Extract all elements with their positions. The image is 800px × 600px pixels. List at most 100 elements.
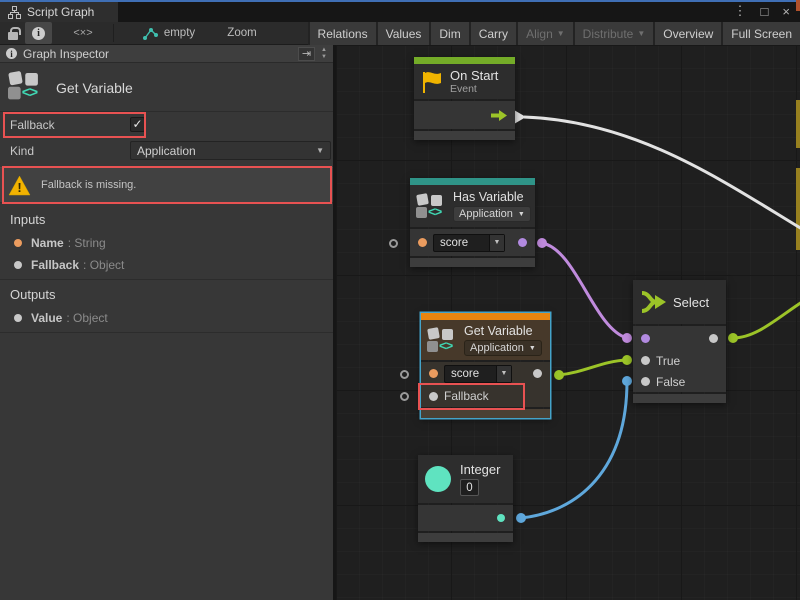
graph-breadcrumb[interactable]: empty xyxy=(124,22,214,44)
node-title: Integer xyxy=(460,462,500,477)
node-on-start[interactable]: On Start Event xyxy=(414,57,515,140)
name-input-port[interactable] xyxy=(429,369,438,378)
unit-title: Get Variable xyxy=(56,80,133,96)
scroll-up-icon[interactable]: ▲ xyxy=(321,47,327,53)
variables-icon: <> xyxy=(8,70,49,106)
input-row-name: Name : String xyxy=(0,233,333,253)
info-icon: i xyxy=(6,48,17,59)
hollow-port-indicator[interactable] xyxy=(400,392,409,401)
name-input-port[interactable] xyxy=(418,238,427,247)
fallback-port-label: Fallback xyxy=(444,389,489,403)
output-row-value: Value : Object xyxy=(0,308,333,328)
fallback-option-row: Fallback xyxy=(0,113,333,137)
relations-button[interactable]: Relations xyxy=(310,22,376,45)
get-variable-color-bar xyxy=(421,313,550,320)
kind-dropdown[interactable]: Application ▼ xyxy=(130,141,331,160)
port-dot-orange xyxy=(14,239,22,247)
dock-icon[interactable]: ⇥ xyxy=(298,47,315,61)
chevron-down-icon: ▼ xyxy=(518,211,525,218)
scroll-down-icon[interactable]: ▼ xyxy=(321,54,327,60)
true-port-label: True xyxy=(656,354,680,368)
node-get-variable[interactable]: <> Get Variable Application ▼ score ▼ xyxy=(421,313,550,418)
toolbar-buttons: Relations Values Dim Carry Align▼ Distri… xyxy=(308,22,800,45)
node-title: Select xyxy=(673,295,709,310)
inspector-toggle-button[interactable]: i xyxy=(25,22,52,44)
variable-color-bar xyxy=(410,178,535,185)
tab-title: Script Graph xyxy=(27,5,94,19)
script-graph-window: Script Graph ⋮ □ × i <×> empty Zoom xyxy=(0,0,800,600)
values-button[interactable]: Values xyxy=(378,22,430,45)
port-dot-gray xyxy=(14,261,22,269)
selection-output-port[interactable] xyxy=(709,334,718,343)
variable-name-field[interactable]: score ▼ xyxy=(444,365,512,383)
variable-name-field[interactable]: score ▼ xyxy=(433,234,505,252)
integer-circle-icon xyxy=(425,466,451,492)
true-input-port[interactable] xyxy=(641,356,650,365)
chevron-down-icon[interactable]: ▼ xyxy=(496,366,511,382)
carry-button[interactable]: Carry xyxy=(471,22,516,45)
dim-button[interactable]: Dim xyxy=(431,22,468,45)
integer-value-field[interactable]: 0 xyxy=(460,479,479,496)
inputs-header: Inputs xyxy=(10,212,45,227)
variables-icon: <> xyxy=(416,193,446,220)
window-menu-icon[interactable]: ⋮ xyxy=(734,3,747,19)
graph-canvas[interactable]: On Start Event <> Has Variable xyxy=(336,45,800,600)
warning-icon: ! xyxy=(8,175,31,196)
select-merge-icon xyxy=(640,290,666,314)
node-title: Has Variable xyxy=(453,190,531,204)
graph-network-icon xyxy=(143,27,158,40)
code-icon: <×> xyxy=(73,27,92,39)
info-icon: i xyxy=(32,27,45,40)
flow-arrow-icon[interactable] xyxy=(491,110,507,121)
condition-input-port[interactable] xyxy=(641,334,650,343)
breadcrumb-label: empty xyxy=(164,27,195,39)
port-dot-gray xyxy=(14,314,22,322)
hollow-port-indicator[interactable] xyxy=(389,239,398,248)
hollow-port-indicator[interactable] xyxy=(400,370,409,379)
fallback-checkbox[interactable]: ✓ xyxy=(130,117,145,132)
code-view-button[interactable]: <×> xyxy=(56,22,110,44)
outputs-header: Outputs xyxy=(10,287,56,302)
corner-mark xyxy=(796,0,800,11)
fallback-input-port[interactable] xyxy=(429,392,438,401)
graph-inspector-panel: i Graph Inspector ⇥ ▲ ▼ <> Get Variable … xyxy=(0,45,333,600)
inspector-title: Graph Inspector xyxy=(23,47,109,61)
wire-select-out xyxy=(733,302,800,338)
scrollbar-arrows[interactable]: ▲ ▼ xyxy=(321,47,327,60)
node-title: On Start xyxy=(450,68,498,83)
maximize-icon[interactable]: □ xyxy=(761,4,769,19)
scope-dropdown[interactable]: Application ▼ xyxy=(453,206,531,222)
svg-text:!: ! xyxy=(17,180,21,195)
false-input-port[interactable] xyxy=(641,377,650,386)
close-icon[interactable]: × xyxy=(782,4,790,19)
overview-button[interactable]: Overview xyxy=(655,22,721,45)
wires-layer xyxy=(336,45,800,600)
lock-icon xyxy=(8,32,18,40)
graph-tab-icon xyxy=(8,6,21,19)
wire-object-green xyxy=(559,360,627,375)
bool-output-port[interactable] xyxy=(518,238,527,247)
chevron-down-icon[interactable]: ▼ xyxy=(489,235,504,251)
kind-label: Kind xyxy=(10,144,34,158)
scope-dropdown[interactable]: Application ▼ xyxy=(464,340,542,356)
integer-output-port[interactable] xyxy=(497,514,505,522)
lock-button[interactable] xyxy=(2,22,24,44)
node-subtitle: Event xyxy=(450,83,498,95)
node-has-variable[interactable]: <> Has Variable Application ▼ score ▼ xyxy=(410,178,535,267)
distribute-button[interactable]: Distribute▼ xyxy=(575,22,654,45)
node-select[interactable]: Select True False xyxy=(633,280,726,403)
zoom-label: Zoom xyxy=(224,22,260,44)
inspector-header: i Graph Inspector ⇥ ▲ ▼ xyxy=(0,45,333,63)
tab-script-graph[interactable]: Script Graph xyxy=(0,2,118,22)
flow-wire-triangle xyxy=(514,110,526,124)
node-integer[interactable]: Integer 0 xyxy=(418,455,513,542)
align-button[interactable]: Align▼ xyxy=(518,22,573,45)
fullscreen-button[interactable]: Full Screen xyxy=(723,22,800,45)
kind-value: Application xyxy=(137,144,196,158)
node-title: Get Variable xyxy=(464,324,542,338)
chevron-down-icon: ▼ xyxy=(637,29,645,38)
toolbar-separator xyxy=(113,24,114,42)
value-output-port[interactable] xyxy=(533,369,542,378)
event-color-bar xyxy=(414,57,515,64)
wire-bool xyxy=(542,243,627,338)
